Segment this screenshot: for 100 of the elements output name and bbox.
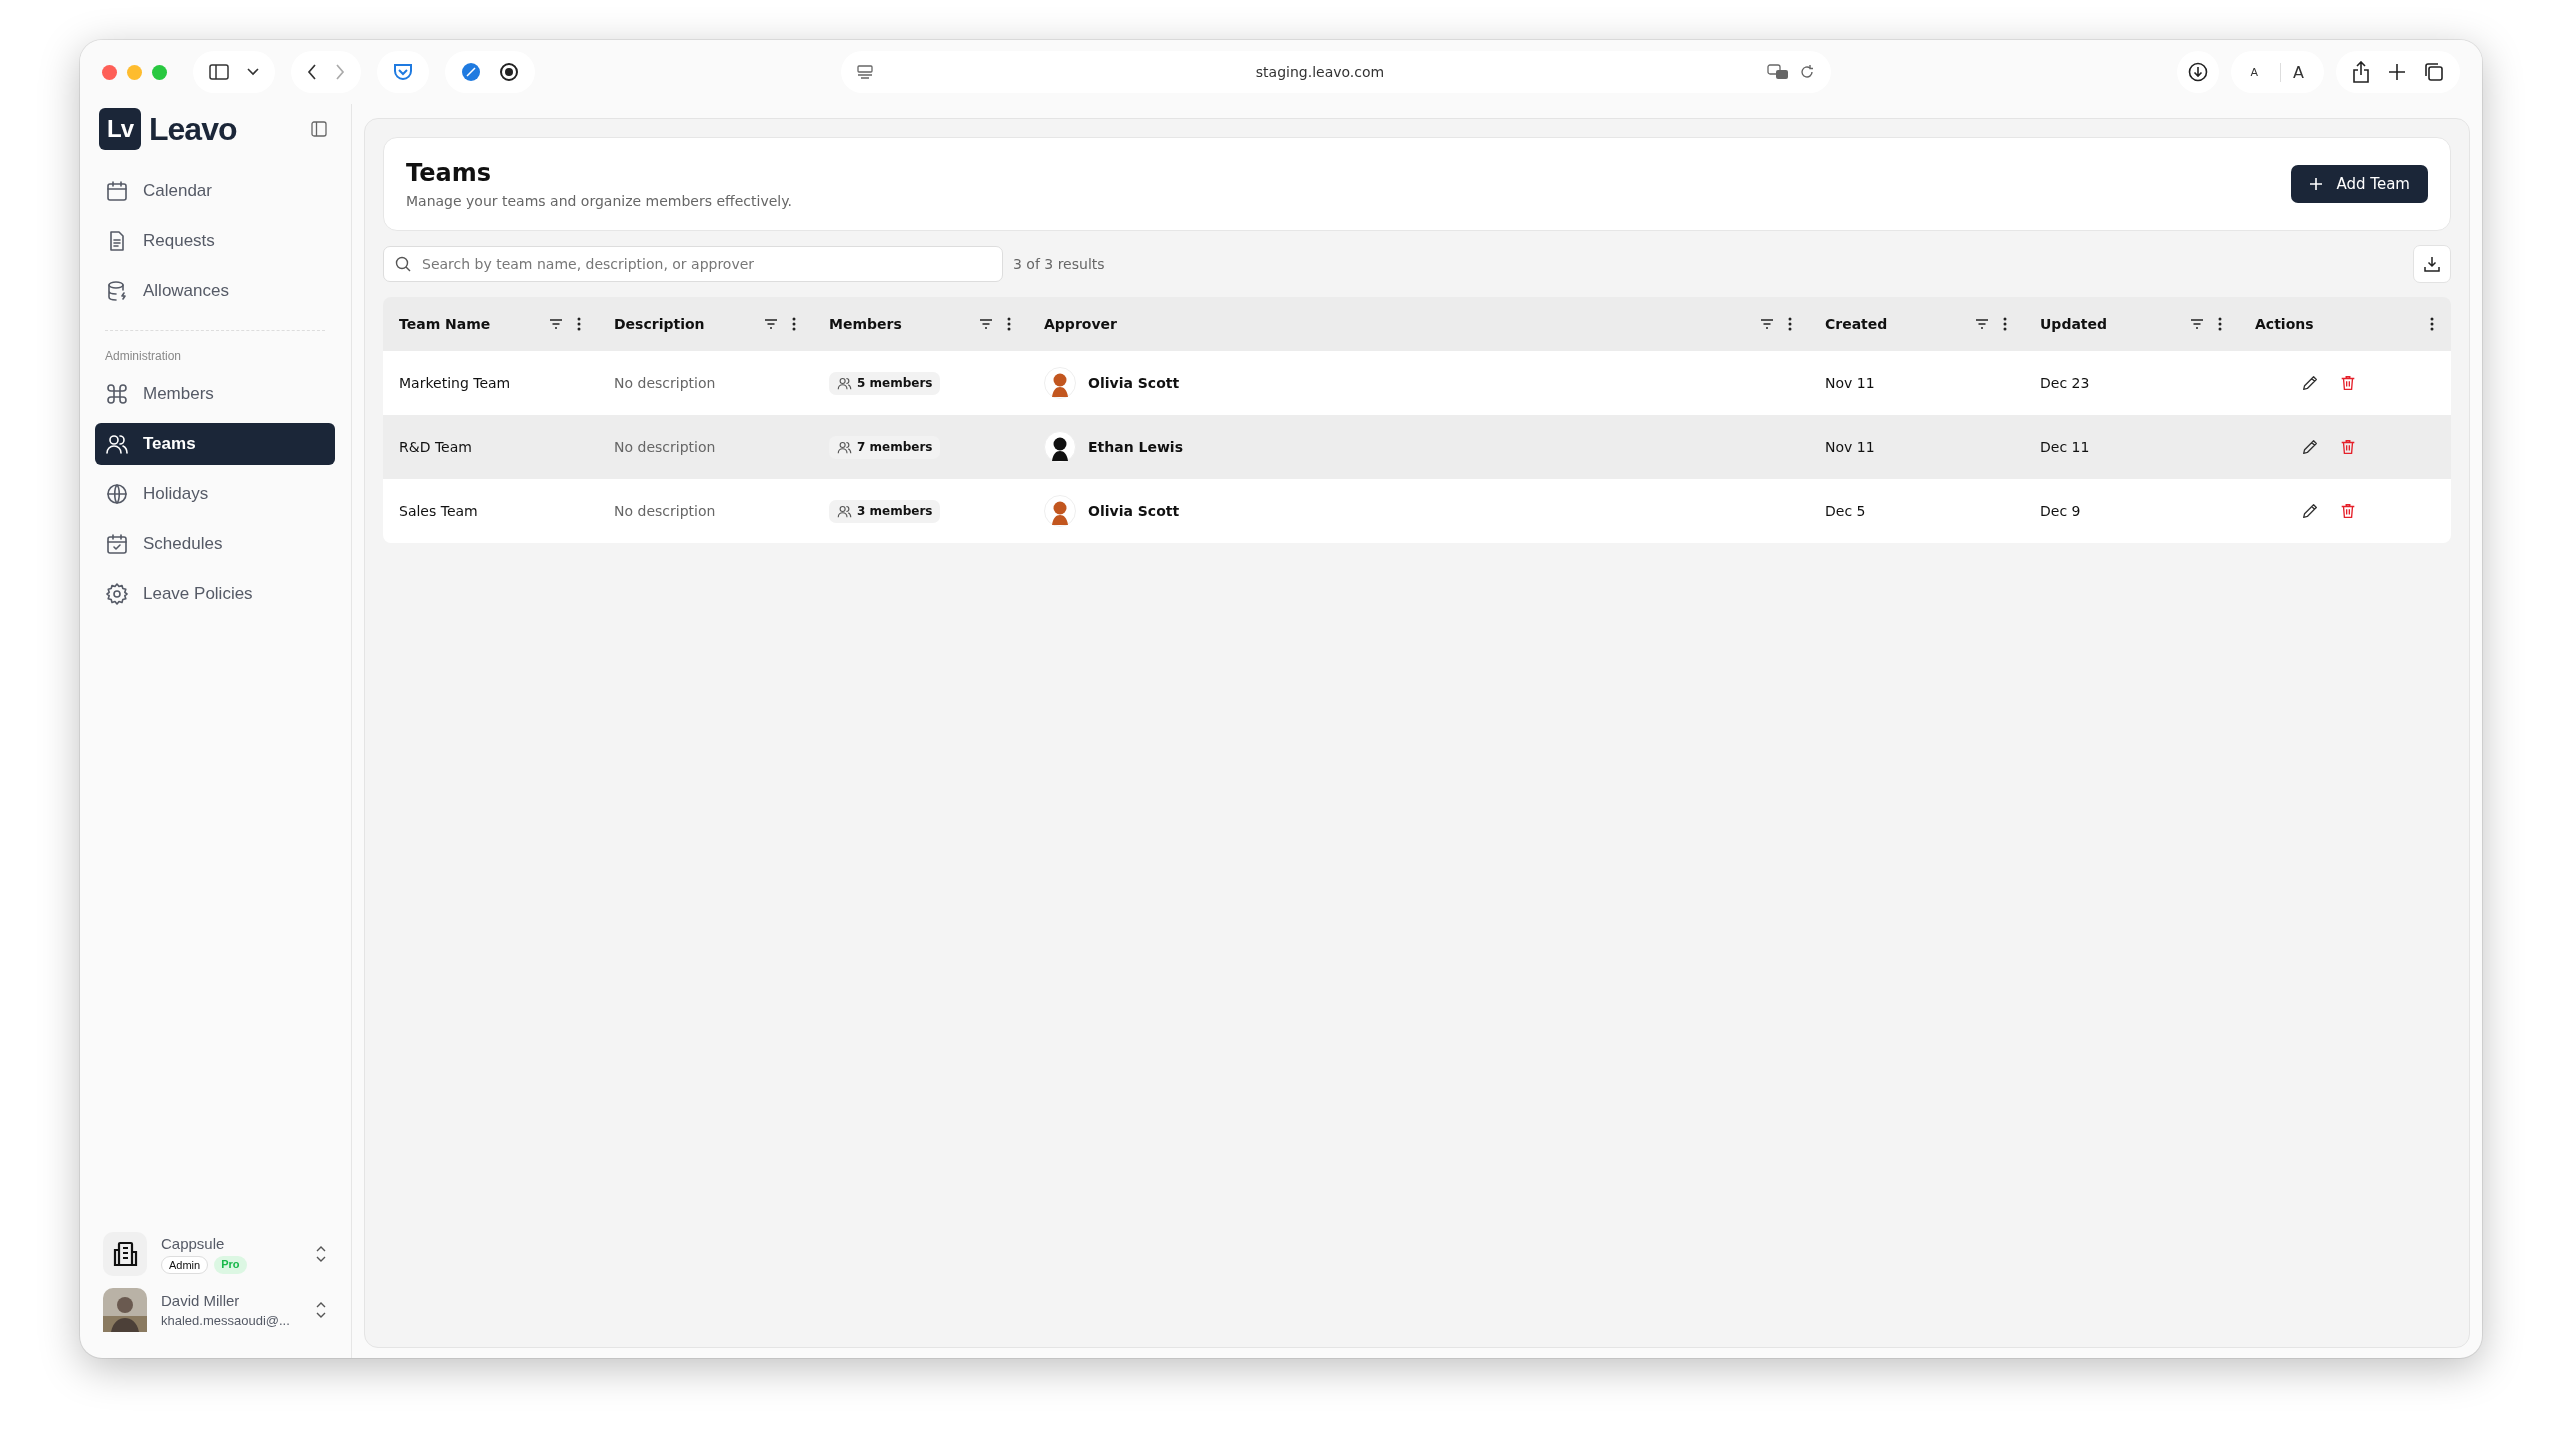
column-header[interactable]: Updated xyxy=(2040,316,2177,332)
sidebar-item[interactable]: Holidays xyxy=(95,473,335,515)
column-header[interactable]: Approver xyxy=(1044,316,1747,332)
page-menu-icon[interactable] xyxy=(857,65,873,79)
updated-date: Dec 11 xyxy=(2040,439,2090,455)
section-label: Administration xyxy=(104,349,183,363)
delete-icon[interactable] xyxy=(2339,502,2357,520)
sidebar-toggle-icon[interactable] xyxy=(209,64,229,80)
table-row[interactable]: Sales Team No description 3 members Olivia Scott Dec 5 Dec 9 xyxy=(383,479,2451,543)
people-icon xyxy=(837,375,852,391)
sidebar-item[interactable]: Schedules xyxy=(95,523,335,565)
chevron-up-down-icon[interactable] xyxy=(315,1245,327,1263)
approver-name: Olivia Scott xyxy=(1088,375,1180,391)
compass-icon[interactable] xyxy=(461,62,481,82)
filter-icon[interactable] xyxy=(1974,316,1990,332)
delete-icon[interactable] xyxy=(2339,374,2357,392)
gear-icon xyxy=(105,582,129,606)
logo-mark: Lv xyxy=(99,108,141,150)
record-icon[interactable] xyxy=(499,62,519,82)
approver-name: Ethan Lewis xyxy=(1088,439,1183,455)
created-date: Nov 11 xyxy=(1825,375,1875,391)
more-options-icon[interactable] xyxy=(791,316,797,332)
updated-date: Dec 9 xyxy=(2040,503,2081,519)
team-description: No description xyxy=(614,439,716,455)
share-icon[interactable] xyxy=(2352,61,2370,83)
column-header[interactable]: Description xyxy=(614,316,751,332)
delete-icon[interactable] xyxy=(2339,438,2357,456)
column-header[interactable]: Members xyxy=(829,316,966,332)
filter-icon[interactable] xyxy=(978,316,994,332)
chevron-down-icon[interactable] xyxy=(247,68,259,76)
decrease-text-size-button[interactable]: A xyxy=(2246,65,2263,79)
new-tab-icon[interactable] xyxy=(2388,63,2406,81)
translate-icon[interactable] xyxy=(1767,64,1789,80)
download-icon[interactable] xyxy=(2187,62,2208,82)
filter-icon[interactable] xyxy=(548,316,564,332)
workspace-tag: Admin xyxy=(161,1255,209,1274)
member-count-tag: 7 members xyxy=(829,435,941,459)
filter-icon[interactable] xyxy=(763,316,779,332)
database-icon xyxy=(105,279,129,303)
team-name: R&D Team xyxy=(399,439,472,455)
sidebar-item[interactable]: Allowances xyxy=(95,270,335,312)
calendar-icon xyxy=(105,179,129,203)
address-bar[interactable]: staging.leavo.com xyxy=(841,51,1831,93)
filter-icon[interactable] xyxy=(2189,316,2205,332)
filter-icon[interactable] xyxy=(1759,316,1775,332)
more-options-icon[interactable] xyxy=(1787,316,1793,332)
approver-name: Olivia Scott xyxy=(1088,503,1180,519)
sidebar-collapse-icon[interactable] xyxy=(311,121,327,137)
result-count: 3 of 3 results xyxy=(1013,256,1105,272)
created-date: Nov 11 xyxy=(1825,439,1875,455)
more-options-icon[interactable] xyxy=(1006,316,1012,332)
pocket-icon[interactable] xyxy=(393,63,413,81)
created-date: Dec 5 xyxy=(1825,503,1866,519)
more-options-icon[interactable] xyxy=(2002,316,2008,332)
more-options-icon[interactable] xyxy=(576,316,582,332)
brand-name: Leavo xyxy=(149,110,237,148)
add-team-button[interactable]: Add Team xyxy=(2290,165,2428,203)
member-count-tag: 5 members xyxy=(829,371,941,395)
reload-icon[interactable] xyxy=(1799,64,1815,80)
user-email: khaled.messaoudi@... xyxy=(161,1313,291,1328)
sidebar-item[interactable]: Leave Policies xyxy=(95,573,335,615)
column-header[interactable]: Team Name xyxy=(399,316,536,332)
plus-icon xyxy=(2308,177,2323,191)
chevron-up-down-icon[interactable] xyxy=(315,1301,327,1319)
sidebar-item[interactable]: Members xyxy=(95,373,335,415)
more-options-icon[interactable] xyxy=(2429,316,2435,332)
sidebar-item[interactable]: Requests xyxy=(95,220,335,262)
command-icon xyxy=(105,382,129,406)
calendar-check-icon xyxy=(105,532,129,556)
avatar xyxy=(1044,367,1076,399)
more-options-icon[interactable] xyxy=(2217,316,2223,332)
column-header[interactable]: Actions xyxy=(2255,316,2417,332)
team-name: Marketing Team xyxy=(399,375,511,391)
download-icon xyxy=(2423,255,2441,273)
user-avatar xyxy=(103,1288,147,1332)
updated-date: Dec 23 xyxy=(2040,375,2090,391)
table-row[interactable]: R&D Team No description 7 members Ethan Lewis Nov 11 Dec 11 xyxy=(383,415,2451,479)
page-title: Teams xyxy=(406,159,492,187)
member-count-tag: 3 members xyxy=(829,499,941,523)
avatar xyxy=(1044,495,1076,527)
close-window-button[interactable] xyxy=(102,64,117,80)
team-description: No description xyxy=(614,375,716,391)
edit-icon[interactable] xyxy=(2301,502,2319,520)
user-name: David Miller xyxy=(161,1292,241,1309)
page-subtitle: Manage your teams and organize members effectively. xyxy=(406,193,793,209)
url-text: staging.leavo.com xyxy=(1254,64,1386,80)
edit-icon[interactable] xyxy=(2301,438,2319,456)
sidebar-item[interactable]: Teams xyxy=(95,423,335,465)
edit-icon[interactable] xyxy=(2301,374,2319,392)
team-name: Sales Team xyxy=(399,503,478,519)
tabs-overview-icon[interactable] xyxy=(2424,62,2444,82)
back-icon[interactable] xyxy=(307,64,317,80)
column-header[interactable]: Created xyxy=(1825,316,1962,332)
sidebar-item[interactable]: Calendar xyxy=(95,170,335,212)
increase-text-size-button[interactable]: A xyxy=(2280,62,2308,82)
table-row[interactable]: Marketing Team No description 5 members Olivia Scott Nov 11 Dec 23 xyxy=(383,351,2451,415)
export-button[interactable] xyxy=(2413,245,2451,283)
people-icon xyxy=(105,432,129,456)
search-field[interactable]: Search by team name, description, or approver xyxy=(383,246,1003,282)
avatar xyxy=(1044,431,1076,463)
